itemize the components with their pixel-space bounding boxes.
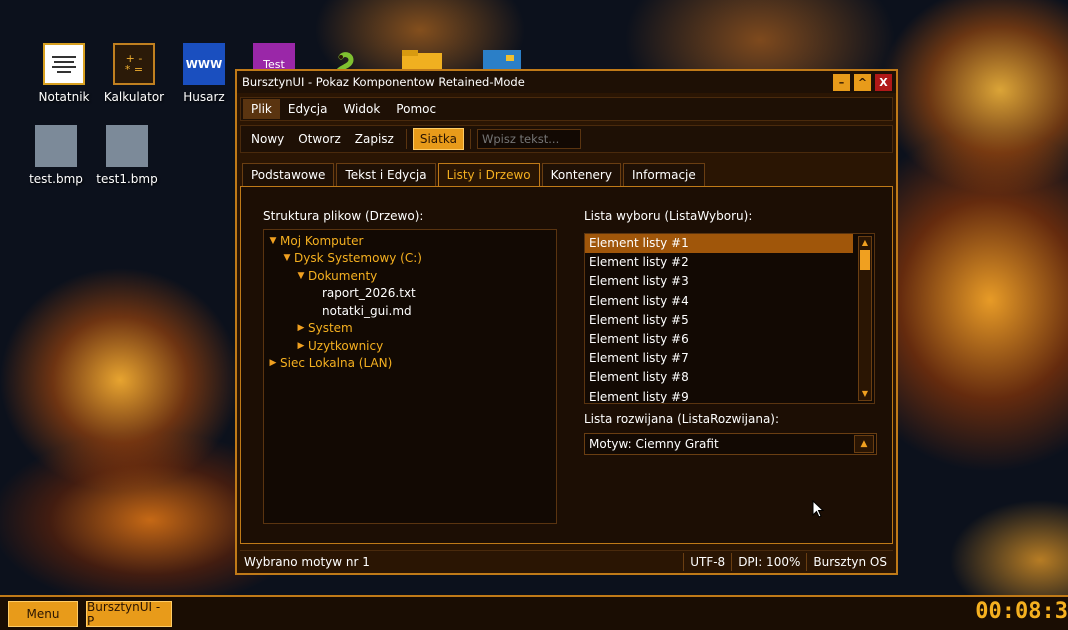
menu-plik[interactable]: Plik: [243, 99, 280, 119]
desktop-icon-label: Notatnik: [38, 90, 90, 104]
list-label: Lista wyboru (ListaWyboru):: [584, 209, 753, 223]
tree-file-node[interactable]: raport_2026.txt: [264, 285, 556, 303]
scroll-down-icon[interactable]: ▼: [859, 388, 871, 400]
desktop-icon-test1-bmp[interactable]: test1.bmp: [95, 125, 159, 186]
status-bar: Wybrano motyw nr 1 UTF-8 DPI: 100% Bursz…: [240, 550, 893, 572]
list-item[interactable]: Element listy #6: [585, 330, 853, 349]
tree-node-label: Uzytkownicy: [308, 338, 384, 353]
desktop-icon-label: test1.bmp: [96, 172, 158, 186]
tree-node-label: notatki_gui.md: [322, 303, 412, 318]
start-menu-button[interactable]: Menu: [8, 600, 78, 627]
tab-podstawowe[interactable]: Podstawowe: [242, 163, 335, 186]
tree-folder-node[interactable]: ▼ Dokumenty: [264, 267, 556, 285]
toolbar: Nowy Otworz Zapisz Siatka: [240, 125, 893, 153]
status-encoding: UTF-8: [683, 552, 731, 571]
combo-value: Motyw: Ciemny Grafit: [589, 437, 719, 451]
file-tree[interactable]: ▼ Moj Komputer ▼ Dysk Systemowy (C:) ▼ Dokume…: [263, 229, 557, 524]
list-item[interactable]: Element listy #8: [585, 368, 853, 387]
bitmap-file-icon: [106, 125, 148, 167]
toolbar-separator: [469, 129, 471, 149]
list-item[interactable]: Element listy #5: [585, 311, 853, 330]
tab-panel-listy-i-drzewo: Struktura plikow (Drzewo): ▼ Moj Komputer…: [240, 186, 893, 544]
taskbar: Menu BursztynUI - P 00:08:3: [0, 595, 1068, 630]
combo-label: Lista rozwijana (ListaRozwijana):: [584, 412, 780, 426]
tree-node-label: Siec Lokalna (LAN): [280, 356, 393, 371]
menu-edycja[interactable]: Edycja: [280, 99, 336, 119]
expand-arrow-right-icon[interactable]: ▶: [294, 341, 308, 351]
close-button[interactable]: X: [875, 73, 892, 91]
expand-arrow-down-icon[interactable]: ▼: [266, 236, 280, 246]
listbox-scrollbar[interactable]: ▲ ▼: [858, 236, 872, 401]
tree-node-label: Dysk Systemowy (C:): [294, 251, 422, 266]
tree-folder-node[interactable]: ▼ Moj Komputer: [264, 232, 556, 250]
list-item[interactable]: Element listy #3: [585, 272, 853, 291]
menu-widok[interactable]: Widok: [335, 99, 388, 119]
tree-folder-node[interactable]: ▶ Uzytkownicy: [264, 337, 556, 355]
window-title: BursztynUI - Pokaz Komponentow Retained-…: [242, 75, 525, 89]
tab-tekst-i-edycja[interactable]: Tekst i Edycja: [336, 163, 436, 186]
tree-folder-node[interactable]: ▶ Siec Lokalna (LAN): [264, 355, 556, 373]
menu-pomoc[interactable]: Pomoc: [388, 99, 444, 119]
desktop-icon-label: Kalkulator: [103, 90, 165, 104]
list-item[interactable]: Element listy #2: [585, 253, 853, 272]
tree-folder-node[interactable]: ▼ Dysk Systemowy (C:): [264, 250, 556, 268]
expand-arrow-down-icon[interactable]: ▼: [294, 271, 308, 281]
tree-label: Struktura plikow (Drzewo):: [263, 209, 424, 223]
toolbar-separator: [405, 129, 407, 149]
theme-combobox[interactable]: Motyw: Ciemny Grafit ▲: [584, 433, 877, 455]
expand-arrow-right-icon[interactable]: ▶: [266, 358, 280, 368]
tab-informacje[interactable]: Informacje: [622, 163, 705, 186]
clock: 00:08:3: [975, 599, 1068, 624]
desktop-icon-test-bmp[interactable]: test.bmp: [24, 125, 88, 186]
list-item[interactable]: Element listy #9: [585, 388, 853, 404]
bitmap-file-icon: [35, 125, 77, 167]
tree-node-label: raport_2026.txt: [322, 286, 416, 301]
list-item[interactable]: Element listy #7: [585, 349, 853, 368]
list-item[interactable]: Element listy #1: [585, 234, 853, 254]
desktop-icon-label: test.bmp: [29, 172, 83, 186]
status-dpi: DPI: 100%: [731, 552, 806, 571]
tab-strip: Podstawowe Tekst i Edycja Listy i Drzewo…: [242, 163, 705, 186]
browser-icon: WWW: [183, 43, 225, 85]
taskbar-app-button[interactable]: BursztynUI - P: [86, 600, 172, 628]
tree-node-label: System: [308, 321, 353, 336]
scroll-up-icon[interactable]: ▲: [859, 237, 871, 249]
combo-dropdown-icon[interactable]: ▲: [854, 435, 874, 453]
expand-arrow-down-icon[interactable]: ▼: [280, 253, 294, 263]
minimize-button[interactable]: –: [833, 73, 850, 91]
expand-arrow-right-icon[interactable]: ▶: [294, 323, 308, 333]
new-button[interactable]: Nowy: [245, 129, 290, 149]
menu-bar: Plik Edycja Widok Pomoc: [240, 97, 893, 121]
grid-toggle-button[interactable]: Siatka: [412, 128, 464, 150]
window-titlebar[interactable]: BursztynUI - Pokaz Komponentow Retained-…: [237, 71, 896, 93]
desktop-icon-label: Husarz: [183, 90, 225, 104]
main-window: BursztynUI - Pokaz Komponentow Retained-…: [235, 69, 898, 575]
tree-node-label: Moj Komputer: [280, 233, 364, 248]
tree-folder-node[interactable]: ▶ System: [264, 320, 556, 338]
text-input[interactable]: [476, 129, 581, 149]
listbox[interactable]: Element listy #1 Element listy #2 Element …: [584, 233, 875, 404]
mouse-cursor-icon: [812, 500, 824, 518]
tab-listy-i-drzewo[interactable]: Listy i Drzewo: [437, 163, 540, 186]
status-message: Wybrano motyw nr 1: [244, 554, 370, 569]
notepad-icon: [43, 43, 85, 85]
tree-file-node[interactable]: notatki_gui.md: [264, 302, 556, 320]
scroll-thumb[interactable]: [860, 250, 870, 270]
calculator-icon: + - * =: [113, 43, 155, 85]
list-item[interactable]: Element listy #4: [585, 292, 853, 311]
tree-node-label: Dokumenty: [308, 268, 378, 283]
tab-kontenery[interactable]: Kontenery: [541, 163, 621, 186]
save-button[interactable]: Zapisz: [349, 129, 400, 149]
open-button[interactable]: Otworz: [292, 129, 347, 149]
maximize-button[interactable]: ^: [854, 73, 871, 91]
status-os: Bursztyn OS: [806, 552, 893, 571]
listbox-items: Element listy #1 Element listy #2 Element …: [585, 234, 874, 404]
desktop-icon-kalkulator[interactable]: + - * = Kalkulator: [102, 43, 166, 104]
desktop-icon-notatnik[interactable]: Notatnik: [32, 43, 96, 104]
desktop-icon-husarz[interactable]: WWW Husarz: [172, 43, 236, 104]
